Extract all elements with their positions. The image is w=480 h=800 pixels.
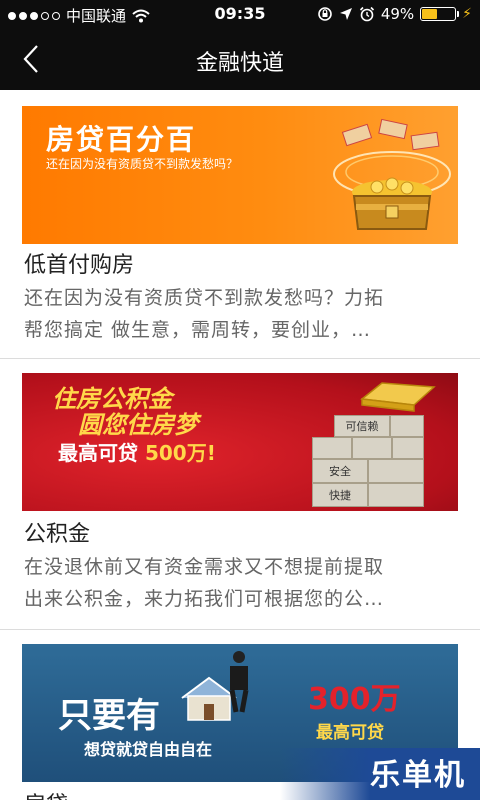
card-description-line: 帮您搞定 做生意，需周转，要创业，… xyxy=(24,319,372,341)
card-description: 在没退休前又有资金需求又不想提前提取 出来公积金，来力拓我们可根据您的公… xyxy=(24,551,456,615)
card-description-line: 还在因为没有资质贷不到款发愁吗？力拓 xyxy=(24,287,385,309)
banner-subtitle: 还在因为没有资质贷不到款发愁吗？ xyxy=(46,157,239,171)
businessman-icon xyxy=(229,651,249,713)
block-plain xyxy=(312,437,352,459)
card-description: 还在因为没有资质贷不到款发愁吗？力拓 帮您搞定 做生意，需周转，要创业，… xyxy=(24,282,456,346)
block-plain xyxy=(368,483,424,507)
block-plain xyxy=(390,415,424,437)
banner-max-loan-amount: 500万! xyxy=(144,441,216,465)
banner-line-3: 最高可贷 500万! xyxy=(58,437,216,466)
battery-level-fill xyxy=(422,9,438,19)
loan-product-list: 房贷百分百 还在因为没有资质贷不到款发愁吗？ 低首付购房 还在因为没有资质贷不到… xyxy=(0,90,480,800)
banner-max-loan-label: 最高可贷 xyxy=(58,441,145,465)
banner-title: 房贷百分百 xyxy=(46,123,197,156)
card-title: 房贷 xyxy=(24,787,68,800)
banner-amount-label: 最高可贷 xyxy=(316,723,384,743)
block-trustworthy: 可信赖 xyxy=(334,415,390,437)
block-plain xyxy=(352,437,392,459)
page-title: 金融快道 xyxy=(195,51,284,76)
banner-housing-fund[interactable]: 住房公积金 圆您住房梦 最高可贷 500万! 可信赖 安全 快捷 xyxy=(22,373,458,511)
banner-amount: 300万 xyxy=(308,682,401,717)
watermark-badge: 乐单机 xyxy=(280,748,480,800)
list-item-housing-fund[interactable]: 住房公积金 圆您住房梦 最高可贷 500万! 可信赖 安全 快捷 公积金 在没退… xyxy=(0,359,480,630)
battery-percent: 49% xyxy=(380,5,415,23)
gold-bar-icon xyxy=(360,382,436,412)
status-indicators: 49% ⚡ xyxy=(317,5,472,23)
banner-line-2: 想贷就贷自由自在 xyxy=(84,740,213,759)
charging-bolt-icon: ⚡ xyxy=(462,6,472,22)
list-item-low-down-payment[interactable]: 房贷百分百 还在因为没有资质贷不到款发愁吗？ 低首付购房 还在因为没有资质贷不到… xyxy=(0,90,480,359)
location-arrow-icon xyxy=(339,8,352,20)
battery-icon xyxy=(420,7,460,21)
card-title: 公积金 xyxy=(24,522,91,547)
block-fast: 快捷 xyxy=(312,483,368,507)
banner-line-2: 圆您住房梦 xyxy=(78,411,198,439)
card-description-line: 在没退休前又有资金需求又不想提前提取 xyxy=(24,556,385,578)
status-bar: 中国联通 09:35 49% ⚡ xyxy=(0,0,480,28)
treasure-chest-icon xyxy=(333,118,451,230)
card-title: 低首付购房 xyxy=(24,253,135,278)
card-description-line: 出来公积金，来力拓我们可根据您的公… xyxy=(24,588,385,610)
block-plain xyxy=(368,459,424,483)
orientation-lock-icon xyxy=(318,7,332,21)
banner-mortgage-100[interactable]: 房贷百分百 还在因为没有资质贷不到款发愁吗？ xyxy=(22,106,458,244)
watermark-text: 乐单机 xyxy=(370,758,466,793)
banner-line-1: 只要有 xyxy=(58,696,160,736)
alarm-icon xyxy=(359,6,374,22)
block-plain xyxy=(392,437,424,459)
block-safe: 安全 xyxy=(312,459,368,483)
navigation-bar: 金融快道 xyxy=(0,28,480,90)
